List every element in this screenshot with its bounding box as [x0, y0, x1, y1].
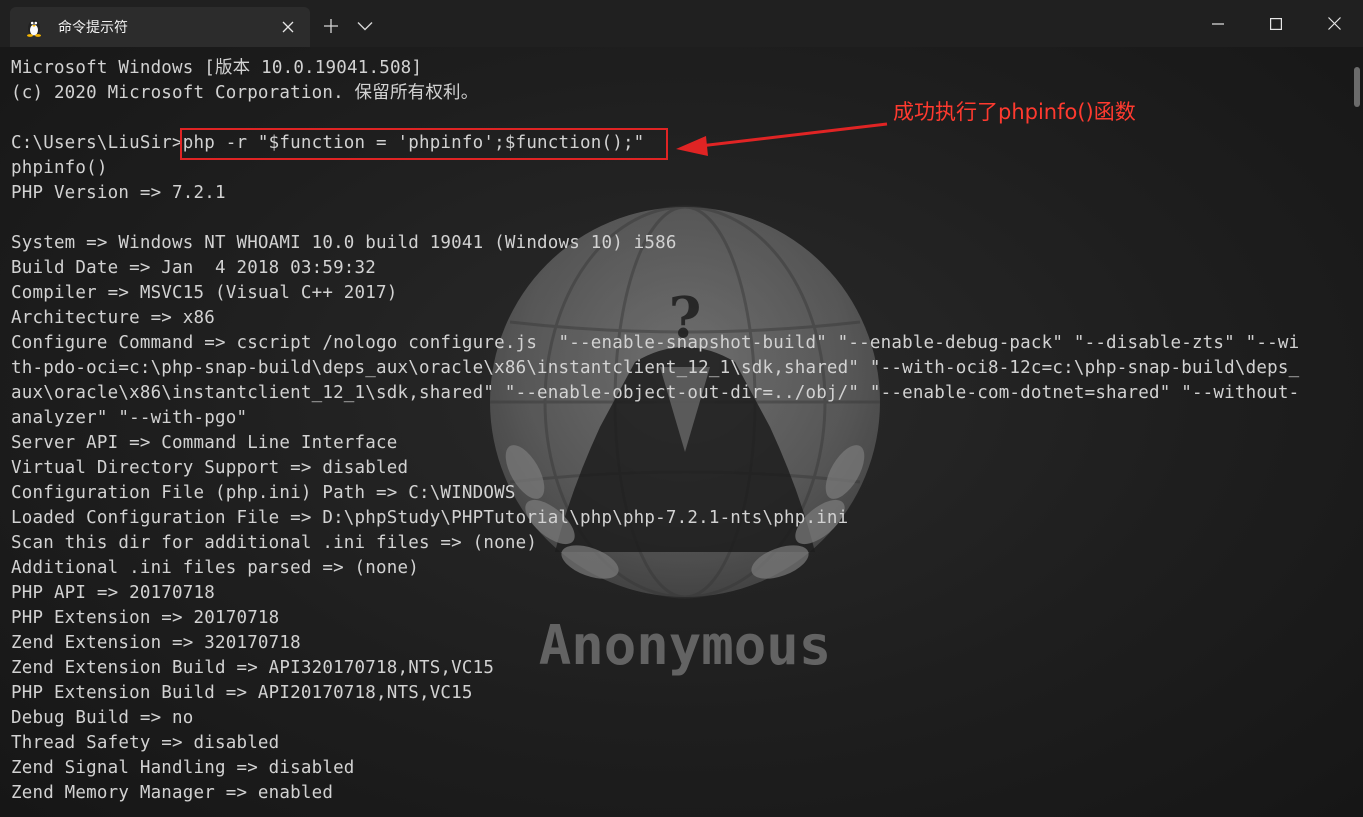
- terminal-line: Zend Signal Handling => disabled: [11, 758, 355, 778]
- command-highlight-box: [180, 128, 668, 160]
- terminal-line: Server API => Command Line Interface: [11, 433, 398, 453]
- terminal-line: Build Date => Jan 4 2018 03:59:32: [11, 258, 377, 278]
- window-controls: [1189, 0, 1363, 47]
- tab-title: 命令提示符: [58, 20, 128, 36]
- close-icon[interactable]: [1305, 0, 1363, 47]
- annotation-arrow-icon: [676, 122, 888, 156]
- terminal-line: Zend Extension => 320170718: [11, 633, 301, 653]
- scrollbar-thumb[interactable]: [1354, 67, 1360, 107]
- terminal-line: Thread Safety => disabled: [11, 733, 280, 753]
- close-tab-icon[interactable]: [276, 15, 300, 39]
- terminal-lines: Microsoft Windows [版本 10.0.19041.508] (c…: [11, 56, 1299, 806]
- terminal-line: Microsoft Windows [版本 10.0.19041.508]: [11, 58, 423, 78]
- minimize-icon[interactable]: [1189, 0, 1247, 47]
- terminal-line: Configure Command => cscript /nologo con…: [11, 333, 1300, 353]
- vertical-scrollbar[interactable]: [1354, 67, 1360, 797]
- terminal-line: PHP Extension Build => API20170718,NTS,V…: [11, 683, 473, 703]
- terminal-line: Additional .ini files parsed => (none): [11, 558, 419, 578]
- annotation-label: 成功执行了phpinfo()函数: [893, 100, 1136, 124]
- terminal-line: PHP API => 20170718: [11, 583, 215, 603]
- chevron-down-icon[interactable]: [352, 13, 378, 39]
- terminal-line: Scan this dir for additional .ini files …: [11, 533, 538, 553]
- tab-command-prompt[interactable]: 命令提示符: [10, 7, 310, 47]
- linux-penguin-icon: [24, 17, 44, 37]
- maximize-icon[interactable]: [1247, 0, 1305, 47]
- terminal-line: Architecture => x86: [11, 308, 215, 328]
- terminal-line: System => Windows NT WHOAMI 10.0 build 1…: [11, 233, 677, 253]
- terminal-line: PHP Version => 7.2.1: [11, 183, 226, 203]
- terminal-line: analyzer" "--with-pgo": [11, 408, 248, 428]
- terminal-line: Configuration File (php.ini) Path => C:\…: [11, 483, 516, 503]
- terminal-line: aux\oracle\x86\instantclient_12_1\sdk,sh…: [11, 383, 1300, 403]
- title-bar: 命令提示符: [0, 0, 1363, 47]
- terminal-line: Zend Extension Build => API320170718,NTS…: [11, 658, 495, 678]
- terminal-line: Zend Memory Manager => enabled: [11, 783, 334, 803]
- terminal-line: Debug Build => no: [11, 708, 194, 728]
- terminal-line: PHP Extension => 20170718: [11, 608, 280, 628]
- plus-icon[interactable]: [318, 13, 344, 39]
- terminal-output-area[interactable]: ? Anonymous Microsoft Windows [版本 10.0.1…: [0, 47, 1363, 817]
- terminal-line: Compiler => MSVC15 (Visual C++ 2017): [11, 283, 398, 303]
- terminal-line: th-pdo-oci=c:\php-snap-build\deps_aux\or…: [11, 358, 1300, 378]
- terminal-line: Virtual Directory Support => disabled: [11, 458, 409, 478]
- terminal-window: 命令提示符 ? Anonymous Microsoft Windows [版本 …: [0, 0, 1363, 817]
- terminal-line: Loaded Configuration File => D:\phpStudy…: [11, 508, 849, 528]
